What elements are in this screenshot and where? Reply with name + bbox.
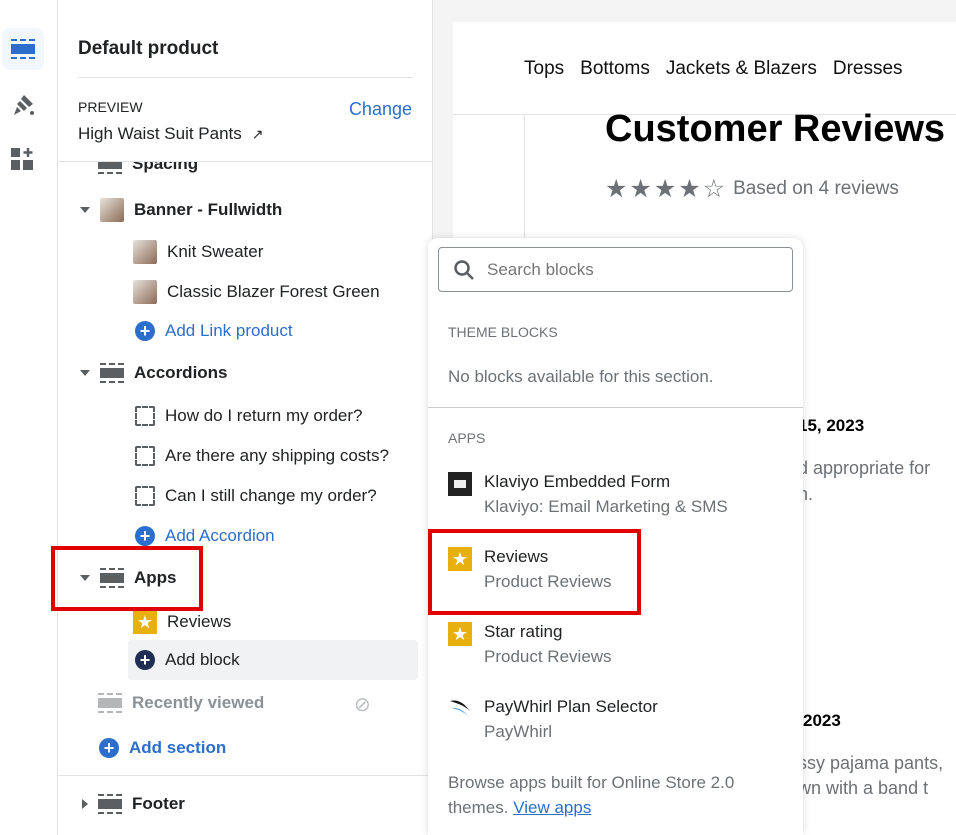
add-accordion-button[interactable]: + Add Accordion <box>135 526 275 546</box>
star-rating: ★★★★☆ <box>605 175 728 203</box>
preview-product[interactable]: High Waist Suit Pants ↗ <box>78 124 264 144</box>
reviews-heading: Customer Reviews <box>605 108 946 150</box>
search-blocks-field[interactable] <box>438 247 793 292</box>
theme-blocks-heading: THEME BLOCKS <box>448 324 558 340</box>
section-icon <box>98 693 122 713</box>
section-recently-viewed[interactable]: Recently viewed <box>98 693 264 713</box>
block-item[interactable]: Knit Sweater <box>133 240 263 264</box>
product-thumbnail <box>133 280 157 304</box>
star-icon: ★ <box>448 622 472 646</box>
external-link-icon: ↗ <box>251 125 264 142</box>
nav-link[interactable]: Tops <box>524 58 564 80</box>
app-subtitle: Klaviyo: Email Marketing & SMS <box>484 497 728 516</box>
section-banner[interactable]: Banner - Fullwidth <box>80 198 282 222</box>
view-apps-link[interactable]: View apps <box>513 798 591 817</box>
block-item[interactable]: Classic Blazer Forest Green <box>133 280 380 304</box>
paywhirl-icon <box>450 700 470 717</box>
block-item[interactable]: Are there any shipping costs? <box>135 446 389 466</box>
preview-label: PREVIEW <box>78 99 143 115</box>
section-accordions[interactable]: Accordions <box>80 363 228 383</box>
caret-down-icon <box>80 207 90 213</box>
app-subtitle: Product Reviews <box>484 647 612 666</box>
app-block-star-rating[interactable]: ★ Star rating Product Reviews <box>448 622 612 667</box>
section-icon <box>98 794 122 814</box>
preview-product-name: High Waist Suit Pants <box>78 124 242 143</box>
star-icon: ★ <box>133 610 157 634</box>
paint-brush-icon <box>14 95 34 115</box>
block-label: Reviews <box>167 612 232 631</box>
based-on-text: Based on 4 reviews <box>733 178 899 199</box>
review-text: wn with a band t <box>798 778 929 798</box>
hidden-eye-icon[interactable]: ⊘ <box>354 692 371 717</box>
apps-heading: APPS <box>448 430 486 446</box>
nav-link[interactable]: Dresses <box>833 58 903 80</box>
section-spacing[interactable]: Spacing <box>98 162 198 174</box>
block-item-reviews[interactable]: ★ Reviews <box>133 610 231 634</box>
section-footer[interactable]: Footer <box>82 794 185 814</box>
nav-link[interactable]: Jackets & Blazers <box>666 58 817 80</box>
block-item[interactable]: How do I return my order? <box>135 406 362 426</box>
change-preview-link[interactable]: Change <box>349 99 412 120</box>
add-block-button[interactable]: + Add block <box>135 650 240 670</box>
banner-thumbnail <box>100 198 124 222</box>
product-thumbnail <box>133 240 157 264</box>
app-block-klaviyo[interactable]: Klaviyo Embedded Form Klaviyo: Email Mark… <box>448 472 728 517</box>
review-date: 15, 2023 <box>798 416 865 435</box>
add-label: Add section <box>129 738 227 757</box>
app-title: Klaviyo Embedded Form <box>484 472 671 491</box>
plus-circle-icon: + <box>99 738 119 758</box>
search-input[interactable] <box>487 259 767 280</box>
add-label: Add Link product <box>165 321 293 340</box>
add-label: Add Accordion <box>165 526 275 545</box>
app-title: Star rating <box>484 622 563 641</box>
block-icon <box>135 486 155 506</box>
review-text: d appropriate for <box>798 458 931 478</box>
section-label: Recently viewed <box>132 693 265 712</box>
review-date: 2023 <box>803 711 841 730</box>
add-link-product-button[interactable]: + Add Link product <box>135 321 293 341</box>
block-item[interactable]: Can I still change my order? <box>135 486 377 506</box>
block-icon <box>135 446 155 466</box>
section-icon <box>100 363 124 383</box>
block-label: Knit Sweater <box>167 242 264 261</box>
plus-circle-icon: + <box>135 650 155 670</box>
section-label: Footer <box>132 794 185 813</box>
rating-summary: ★★★★☆ Based on 4 reviews <box>605 174 899 204</box>
theme-settings-button[interactable] <box>2 84 44 126</box>
highlight-box-reviews <box>428 529 641 615</box>
add-label: Add block <box>165 650 240 669</box>
search-icon <box>454 259 474 280</box>
block-label: Can I still change my order? <box>165 486 377 505</box>
caret-right-icon <box>82 799 88 809</box>
sections-button[interactable] <box>2 28 44 70</box>
store-nav: Tops Bottoms Jackets & Blazers Dresses <box>524 58 903 80</box>
section-label: Spacing <box>132 162 199 173</box>
app-embeds-button[interactable] <box>2 138 44 180</box>
plus-circle-icon: + <box>135 526 155 546</box>
app-title: PayWhirl Plan Selector <box>484 697 658 716</box>
block-label: Classic Blazer Forest Green <box>167 282 380 301</box>
review-text: ssy pajama pants, <box>798 753 944 773</box>
no-blocks-text: No blocks available for this section. <box>448 367 714 386</box>
sections-icon <box>11 39 35 59</box>
plus-circle-icon: + <box>135 321 155 341</box>
app-embeds-icon <box>11 148 33 170</box>
page-title: Default product <box>78 38 219 59</box>
block-label: Are there any shipping costs? <box>165 446 389 465</box>
sidebar: Default product PREVIEW Change High Wais… <box>58 0 433 835</box>
block-icon <box>135 406 155 426</box>
add-section-button[interactable]: + Add section <box>99 738 226 758</box>
caret-down-icon <box>80 370 90 376</box>
browse-apps-text: Browse apps built for Online Store 2.0 t… <box>448 770 768 820</box>
section-label: Banner - Fullwidth <box>134 200 283 219</box>
nav-link[interactable]: Bottoms <box>580 58 650 80</box>
block-label: How do I return my order? <box>165 406 363 425</box>
app-block-paywhirl[interactable]: PayWhirl Plan Selector PayWhirl <box>448 697 658 742</box>
highlight-box-apps <box>51 546 203 611</box>
klaviyo-icon <box>448 472 472 496</box>
icon-rail <box>0 0 58 835</box>
app-subtitle: PayWhirl <box>484 722 553 741</box>
section-label: Accordions <box>134 363 228 382</box>
section-icon <box>98 162 122 174</box>
